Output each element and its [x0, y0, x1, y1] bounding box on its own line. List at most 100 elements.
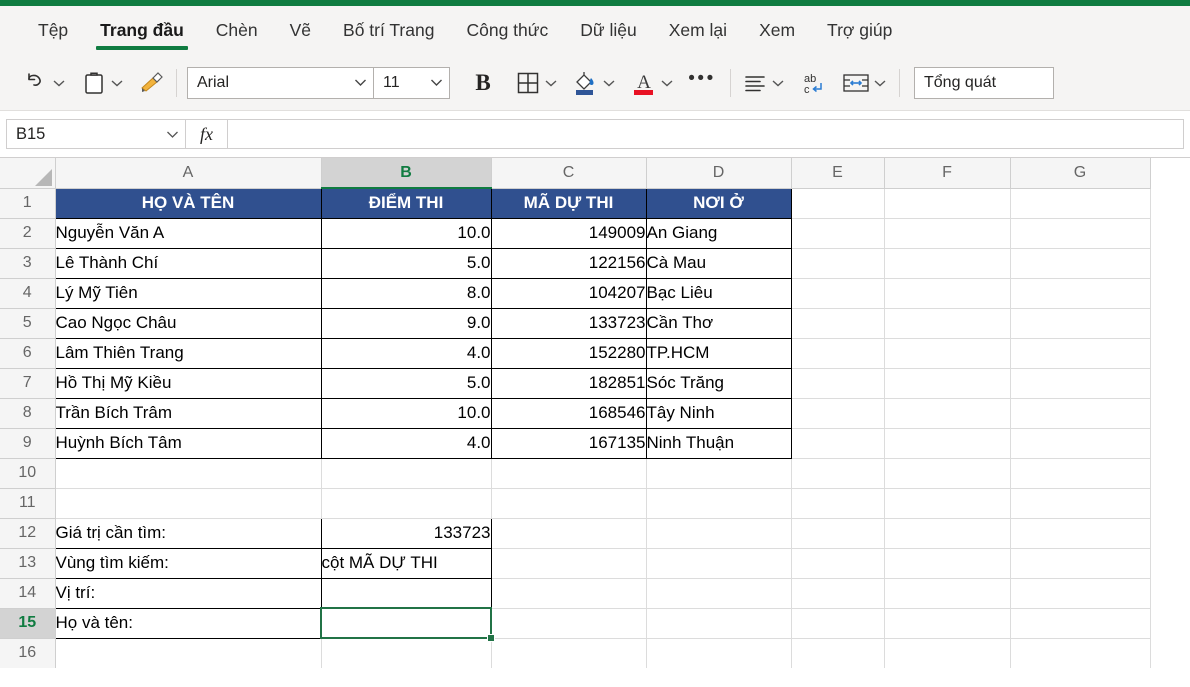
cell-B1[interactable]: ĐIỂM THI: [320, 187, 492, 219]
row-header-7[interactable]: 7: [0, 368, 56, 399]
row-header-16[interactable]: 16: [0, 638, 56, 668]
cell-D5[interactable]: Cần Thơ: [645, 307, 792, 339]
cell-D8[interactable]: Tây Ninh: [645, 397, 792, 429]
borders-icon[interactable]: [514, 66, 542, 100]
cell-F10[interactable]: [884, 458, 1011, 489]
cell-C11[interactable]: [491, 488, 647, 519]
cell-C14[interactable]: [491, 578, 647, 609]
cell-A2[interactable]: Nguyễn Văn A: [54, 217, 322, 249]
cell-F13[interactable]: [884, 548, 1011, 579]
cell-D1[interactable]: NƠI Ở: [645, 187, 792, 219]
borders-dropdown-caret[interactable]: [542, 66, 560, 100]
row-header-10[interactable]: 10: [0, 458, 56, 489]
cell-G4[interactable]: [1010, 278, 1151, 309]
spreadsheet-grid[interactable]: A B C D E F G 1 HỌ VÀ TÊN ĐIỂM THI MÃ DỰ THI NƠI Ở2…: [0, 158, 1190, 668]
cell-A14[interactable]: Vị trí:: [54, 577, 322, 609]
cell-E8[interactable]: [791, 398, 885, 429]
cell-C13[interactable]: [491, 548, 647, 579]
more-commands-button[interactable]: •••: [688, 66, 716, 100]
cell-F2[interactable]: [884, 218, 1011, 249]
cell-G10[interactable]: [1010, 458, 1151, 489]
cell-G9[interactable]: [1010, 428, 1151, 459]
cell-F16[interactable]: [884, 638, 1011, 668]
cell-G13[interactable]: [1010, 548, 1151, 579]
font-size-combo[interactable]: 11: [373, 66, 450, 99]
cell-D15[interactable]: [646, 608, 792, 639]
cell-E2[interactable]: [791, 218, 885, 249]
cell-D7[interactable]: Sóc Trăng: [645, 367, 792, 399]
cell-G6[interactable]: [1010, 338, 1151, 369]
cell-F9[interactable]: [884, 428, 1011, 459]
align-icon[interactable]: [741, 66, 769, 100]
cell-A15[interactable]: Họ và tên:: [54, 607, 322, 639]
cell-A6[interactable]: Lâm Thiên Trang: [54, 337, 322, 369]
ribbon-tab-9[interactable]: Trợ giúp: [811, 6, 908, 55]
cell-A10[interactable]: [55, 458, 322, 489]
cell-F7[interactable]: [884, 368, 1011, 399]
cell-C5[interactable]: 133723: [490, 307, 647, 339]
cell-D11[interactable]: [646, 488, 792, 519]
cell-F12[interactable]: [884, 518, 1011, 549]
row-header-11[interactable]: 11: [0, 488, 56, 519]
cell-C9[interactable]: 167135: [490, 427, 647, 459]
cell-C16[interactable]: [491, 638, 647, 668]
cell-F8[interactable]: [884, 398, 1011, 429]
cell-C7[interactable]: 182851: [490, 367, 647, 399]
column-header-A[interactable]: A: [55, 158, 322, 189]
cell-E6[interactable]: [791, 338, 885, 369]
number-format-combo[interactable]: Tổng quát: [914, 66, 1054, 99]
cell-A4[interactable]: Lý Mỹ Tiên: [54, 277, 322, 309]
cell-A8[interactable]: Trần Bích Trâm: [54, 397, 322, 429]
cell-G14[interactable]: [1010, 578, 1151, 609]
cell-D10[interactable]: [646, 458, 792, 489]
cell-B3[interactable]: 5.0: [320, 247, 492, 279]
row-header-12[interactable]: 12: [0, 518, 56, 549]
cell-B2[interactable]: 10.0: [320, 217, 492, 249]
cell-E15[interactable]: [791, 608, 885, 639]
paste-icon[interactable]: [80, 66, 108, 100]
ribbon-tab-4[interactable]: Bố trí Trang: [327, 6, 450, 55]
cell-E13[interactable]: [791, 548, 885, 579]
row-header-1[interactable]: 1: [0, 188, 56, 219]
cell-E11[interactable]: [791, 488, 885, 519]
cell-F15[interactable]: [884, 608, 1011, 639]
cell-B7[interactable]: 5.0: [320, 367, 492, 399]
ribbon-tab-2[interactable]: Chèn: [200, 6, 274, 55]
merge-dropdown-caret[interactable]: [871, 66, 889, 100]
cell-C6[interactable]: 152280: [490, 337, 647, 369]
fill-color-icon[interactable]: [572, 66, 600, 100]
name-box[interactable]: B15: [6, 119, 186, 149]
row-header-9[interactable]: 9: [0, 428, 56, 459]
cell-D6[interactable]: TP.HCM: [645, 337, 792, 369]
cell-B4[interactable]: 8.0: [320, 277, 492, 309]
cell-B13[interactable]: cột MÃ DỰ THI: [320, 547, 492, 579]
row-header-2[interactable]: 2: [0, 218, 56, 249]
bold-button[interactable]: B: [466, 66, 500, 100]
font-color-icon[interactable]: A: [630, 66, 658, 100]
cell-E10[interactable]: [791, 458, 885, 489]
cell-D9[interactable]: Ninh Thuận: [645, 427, 792, 459]
cell-F3[interactable]: [884, 248, 1011, 279]
ribbon-tab-6[interactable]: Dữ liệu: [564, 6, 652, 55]
row-header-8[interactable]: 8: [0, 398, 56, 429]
column-header-E[interactable]: E: [791, 158, 885, 189]
cell-B12[interactable]: 133723: [320, 517, 492, 549]
fill-color-dropdown-caret[interactable]: [600, 66, 618, 100]
cell-A12[interactable]: Giá trị cần tìm:: [54, 517, 322, 549]
cell-E16[interactable]: [791, 638, 885, 668]
cell-B14[interactable]: [320, 577, 492, 609]
cell-F11[interactable]: [884, 488, 1011, 519]
cell-B5[interactable]: 9.0: [320, 307, 492, 339]
cell-A5[interactable]: Cao Ngọc Châu: [54, 307, 322, 339]
row-header-13[interactable]: 13: [0, 548, 56, 579]
cell-G15[interactable]: [1010, 608, 1151, 639]
cell-A3[interactable]: Lê Thành Chí: [54, 247, 322, 279]
select-all-corner[interactable]: [0, 158, 56, 189]
cell-C10[interactable]: [491, 458, 647, 489]
cell-B11[interactable]: [321, 488, 492, 519]
font-color-dropdown-caret[interactable]: [658, 66, 676, 100]
cell-C1[interactable]: MÃ DỰ THI: [490, 187, 647, 219]
ribbon-tab-0[interactable]: Tệp: [22, 6, 84, 55]
wrap-text-icon[interactable]: ab c: [799, 66, 827, 100]
paste-dropdown-caret[interactable]: [108, 66, 126, 100]
